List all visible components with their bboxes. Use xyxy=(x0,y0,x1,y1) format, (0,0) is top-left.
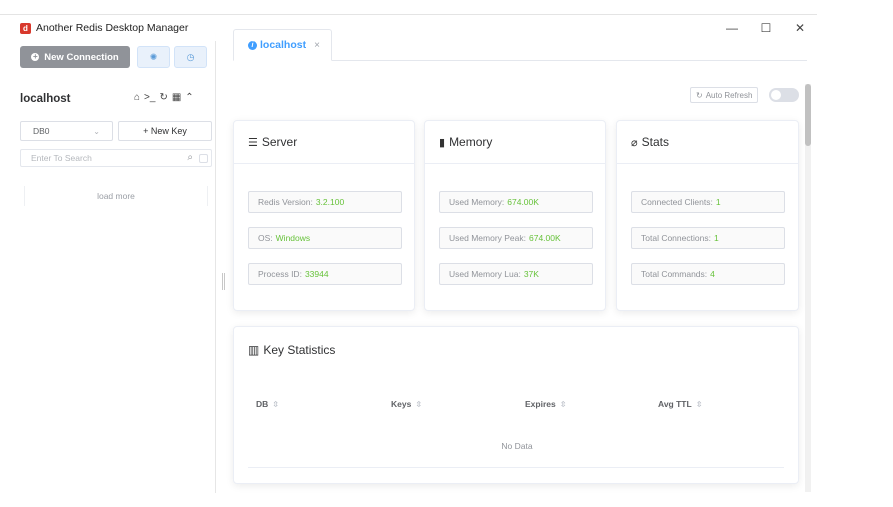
table-divider xyxy=(248,467,784,468)
info-value: Windows xyxy=(275,233,311,243)
clock-icon: ◷ xyxy=(186,51,195,62)
scrollbar-thumb[interactable] xyxy=(805,84,811,146)
info-label: Used Memory Lua: xyxy=(449,269,521,279)
new-connection-label: New Connection xyxy=(44,51,119,63)
settings-button[interactable]: ✺ xyxy=(137,46,170,68)
column-label: Expires xyxy=(525,399,556,409)
load-more-button[interactable]: load more xyxy=(24,186,208,206)
column-header-keys[interactable]: Keys ⇳ xyxy=(391,399,422,409)
info-value: 37K xyxy=(523,269,539,279)
info-label: Used Memory: xyxy=(449,197,505,207)
memory-card-header: ▮ Memory xyxy=(425,121,605,164)
key-statistics-card: ▥ Key Statistics DB ⇳ Keys ⇳ Expires ⇳ Avg … xyxy=(233,326,799,484)
column-label: Avg TTL xyxy=(658,399,692,409)
bar-chart-icon: ▥ xyxy=(248,343,260,357)
info-label: Redis Version: xyxy=(258,197,313,207)
exact-search-checkbox[interactable] xyxy=(199,154,208,163)
server-info-item: Redis Version: 3.2.100 xyxy=(248,191,402,213)
info-label: OS: xyxy=(258,233,273,243)
search-input[interactable]: Enter To Search xyxy=(31,153,92,163)
info-icon: i xyxy=(248,40,257,50)
info-label: Total Commands: xyxy=(641,269,708,279)
collapse-icon[interactable]: ⌃ xyxy=(185,92,193,103)
auto-refresh-label: ↻ Auto Refresh xyxy=(690,87,759,103)
server-card: ☰ Server Redis Version: 3.2.100 OS: Window… xyxy=(233,120,415,311)
info-label: Process ID: xyxy=(258,269,302,279)
info-label: Total Connections: xyxy=(641,233,711,243)
stats-info-item: Total Commands: 4 xyxy=(631,263,785,285)
plus-circle-icon: + xyxy=(31,52,40,61)
info-value: 1 xyxy=(713,233,719,243)
db-select[interactable]: DB0 ⌄ xyxy=(20,121,113,141)
connection-toolbar: ⌂ >_ ↻ ▦ ⌃ xyxy=(134,92,194,103)
info-value: 674.00K xyxy=(529,233,561,243)
info-value: 1 xyxy=(715,197,721,207)
new-key-button[interactable]: + New Key xyxy=(118,121,212,141)
grid-icon[interactable]: ▦ xyxy=(172,92,181,103)
tab-localhost[interactable]: i localhost × xyxy=(233,29,332,61)
info-label: Used Memory Peak: xyxy=(449,233,526,243)
command-log-button[interactable]: ◷ xyxy=(174,46,207,68)
stats-card: ⌀ Stats Connected Clients: 1 Total Connec… xyxy=(616,120,799,311)
stats-info-item: Connected Clients: 1 xyxy=(631,191,785,213)
stats-card-header: ⌀ Stats xyxy=(617,121,798,164)
new-key-label: + New Key xyxy=(143,126,187,136)
console-icon[interactable]: >_ xyxy=(144,92,155,103)
column-header-expires[interactable]: Expires ⇳ xyxy=(525,399,566,409)
sort-icon[interactable]: ⇳ xyxy=(560,400,567,409)
app-logo-icon: d xyxy=(20,22,31,34)
key-statistics-title: Key Statistics xyxy=(263,343,336,357)
sort-icon[interactable]: ⇳ xyxy=(415,400,422,409)
search-box: Enter To Search ⌕ xyxy=(20,149,212,167)
server-info-item: Process ID: 33944 xyxy=(248,263,402,285)
search-icon[interactable]: ⌕ xyxy=(187,152,193,163)
empty-table-text: No Data xyxy=(501,441,533,451)
chevron-down-icon: ⌄ xyxy=(93,126,100,136)
server-info-item: OS: Windows xyxy=(248,227,402,249)
home-icon[interactable]: ⌂ xyxy=(134,92,140,103)
server-card-header: ☰ Server xyxy=(234,121,414,164)
refresh-icon: ↻ xyxy=(696,90,703,100)
memory-info-item: Used Memory Peak: 674.00K xyxy=(439,227,593,249)
sort-icon[interactable]: ⇳ xyxy=(696,400,703,409)
server-title: Server xyxy=(261,135,298,149)
sort-icon[interactable]: ⇳ xyxy=(272,400,279,409)
refresh-icon[interactable]: ↻ xyxy=(159,92,167,103)
column-header-avg-ttl[interactable]: Avg TTL ⇳ xyxy=(658,399,702,409)
connection-name[interactable]: localhost xyxy=(20,93,70,105)
gear-icon: ✺ xyxy=(149,51,158,62)
new-connection-button[interactable]: + New Connection xyxy=(20,46,130,68)
memory-icon: ▮ xyxy=(439,136,446,149)
stats-info-item: Total Connections: 1 xyxy=(631,227,785,249)
tab-label: localhost xyxy=(260,39,307,51)
info-value: 33944 xyxy=(304,269,329,279)
memory-info-item: Used Memory: 674.00K xyxy=(439,191,593,213)
memory-info-item: Used Memory Lua: 37K xyxy=(439,263,593,285)
db-select-value: DB0 xyxy=(33,126,50,136)
tab-bar: i localhost × xyxy=(233,29,807,61)
info-label: Connected Clients: xyxy=(641,197,713,207)
memory-card: ▮ Memory Used Memory: 674.00K Used Memory… xyxy=(424,120,606,311)
memory-title: Memory xyxy=(449,135,493,149)
info-value: 674.00K xyxy=(507,197,539,207)
column-label: DB xyxy=(256,399,269,409)
info-value: 4 xyxy=(710,269,715,279)
panel-resize-handle[interactable] xyxy=(222,273,225,290)
tab-close-icon[interactable]: × xyxy=(314,40,320,51)
column-label: Keys xyxy=(391,399,412,409)
info-value: 3.2.100 xyxy=(315,197,345,207)
key-statistics-header: ▥ Key Statistics xyxy=(248,343,335,357)
server-icon: ☰ xyxy=(248,136,258,149)
window-title: Another Redis Desktop Manager xyxy=(36,22,189,34)
column-header-db[interactable]: DB ⇳ xyxy=(256,399,279,409)
connection-sidebar: + New Connection ✺ ◷ localhost ⌂ >_ ↻ ▦ … xyxy=(0,41,216,493)
paperclip-icon: ⌀ xyxy=(631,136,638,149)
auto-refresh-text: Auto Refresh xyxy=(705,90,753,100)
stats-title: Stats xyxy=(641,135,669,149)
auto-refresh-toggle[interactable] xyxy=(769,88,799,102)
